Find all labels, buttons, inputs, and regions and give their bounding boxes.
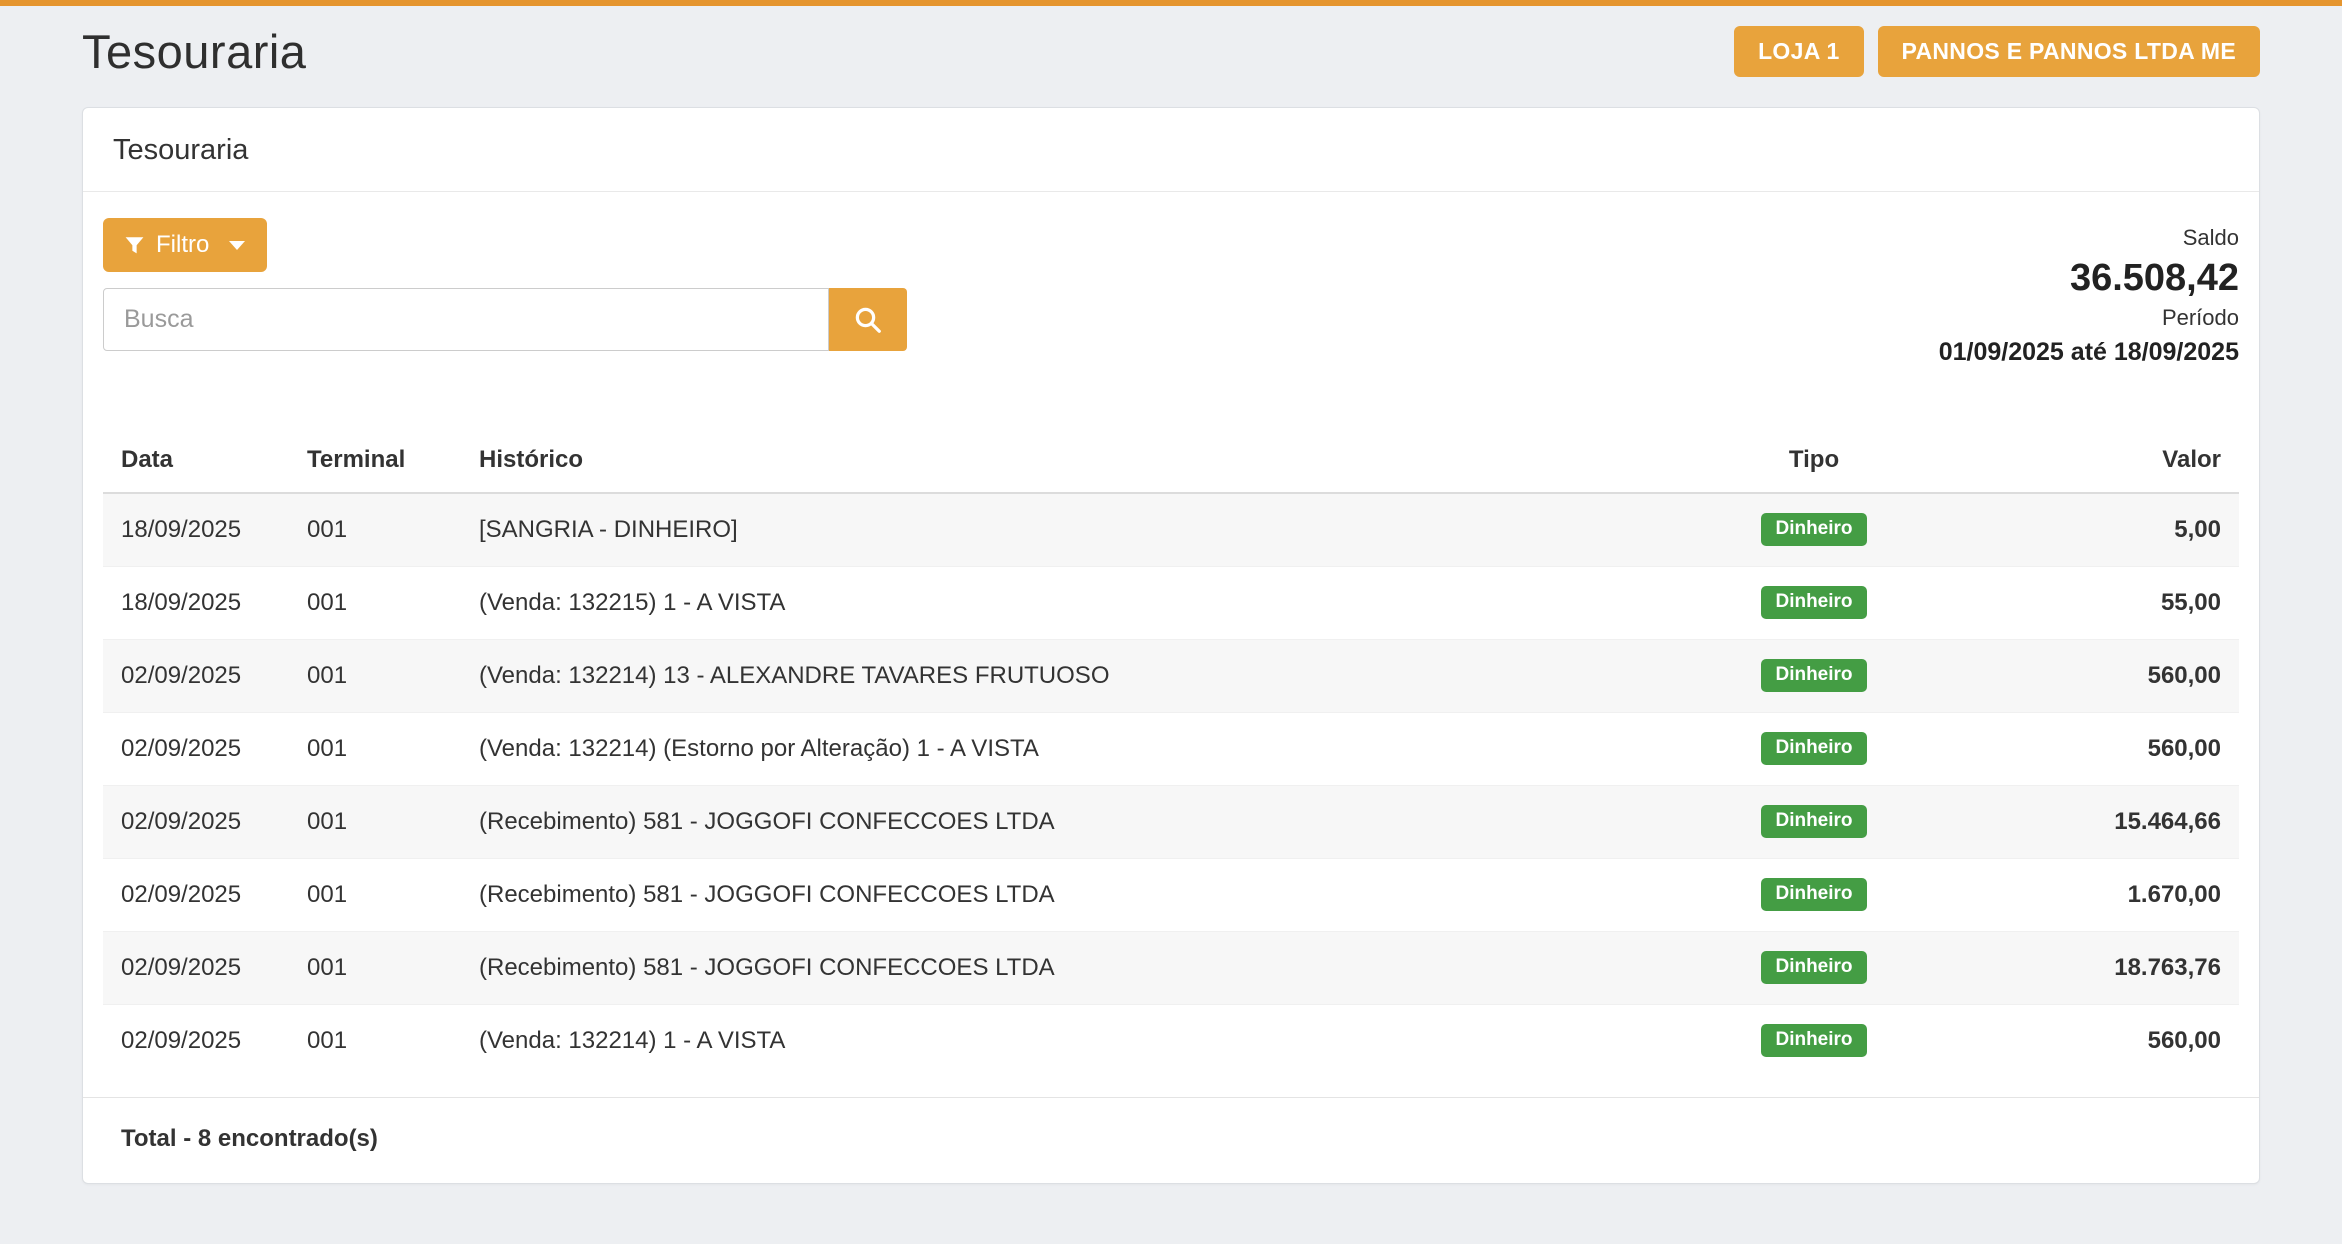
cell-historico: (Venda: 132215) 1 - A VISTA — [461, 566, 1699, 639]
filter-button-label: Filtro — [156, 231, 209, 259]
table-row[interactable]: 02/09/2025 001 (Recebimento) 581 - JOGGO… — [103, 785, 2239, 858]
cell-valor: 18.763,76 — [1929, 931, 2239, 1004]
header-historico: Histórico — [461, 432, 1699, 493]
filter-icon — [125, 236, 144, 255]
cell-valor: 560,00 — [1929, 1004, 2239, 1077]
cell-data: 02/09/2025 — [103, 1004, 289, 1077]
filter-controls: Filtro — [103, 218, 907, 351]
transactions-table: Data Terminal Histórico Tipo Valor 18/09… — [103, 432, 2239, 1077]
header-valor: Valor — [1929, 432, 2239, 493]
periodo-label: Período — [1939, 302, 2239, 334]
summary-panel: Saldo 36.508,42 Período 01/09/2025 até 1… — [1939, 218, 2239, 370]
cell-tipo: Dinheiro — [1699, 858, 1929, 931]
saldo-label: Saldo — [1939, 222, 2239, 254]
cell-valor: 560,00 — [1929, 639, 2239, 712]
cell-historico: (Recebimento) 581 - JOGGOFI CONFECCOES L… — [461, 858, 1699, 931]
cell-terminal: 001 — [289, 931, 461, 1004]
cell-historico: [SANGRIA - DINHEIRO] — [461, 493, 1699, 566]
cell-historico: (Recebimento) 581 - JOGGOFI CONFECCOES L… — [461, 931, 1699, 1004]
periodo-value: 01/09/2025 até 18/09/2025 — [1939, 334, 2239, 370]
cell-terminal: 001 — [289, 566, 461, 639]
cell-terminal: 001 — [289, 712, 461, 785]
tipo-badge: Dinheiro — [1761, 513, 1866, 546]
store-button[interactable]: LOJA 1 — [1734, 26, 1863, 77]
saldo-value: 36.508,42 — [1939, 254, 2239, 302]
table-row[interactable]: 02/09/2025 001 (Venda: 132214) 13 - ALEX… — [103, 639, 2239, 712]
cell-data: 02/09/2025 — [103, 785, 289, 858]
table-row[interactable]: 02/09/2025 001 (Venda: 132214) (Estorno … — [103, 712, 2239, 785]
card-title: Tesouraria — [83, 108, 2259, 192]
header-terminal: Terminal — [289, 432, 461, 493]
search-icon — [853, 305, 883, 335]
cell-tipo: Dinheiro — [1699, 785, 1929, 858]
cell-data: 18/09/2025 — [103, 493, 289, 566]
cell-tipo: Dinheiro — [1699, 931, 1929, 1004]
page: Tesouraria LOJA 1 PANNOS E PANNOS LTDA M… — [0, 6, 2342, 1184]
chevron-down-icon — [229, 241, 245, 250]
cell-tipo: Dinheiro — [1699, 1004, 1929, 1077]
search-button[interactable] — [829, 288, 907, 351]
filter-button[interactable]: Filtro — [103, 218, 267, 272]
cell-terminal: 001 — [289, 639, 461, 712]
page-title: Tesouraria — [82, 24, 306, 79]
cell-valor: 55,00 — [1929, 566, 2239, 639]
tipo-badge: Dinheiro — [1761, 586, 1866, 619]
table-body: 18/09/2025 001 [SANGRIA - DINHEIRO] Dinh… — [103, 493, 2239, 1077]
cell-data: 02/09/2025 — [103, 858, 289, 931]
cell-data: 18/09/2025 — [103, 566, 289, 639]
cell-data: 02/09/2025 — [103, 712, 289, 785]
cell-terminal: 001 — [289, 493, 461, 566]
cell-terminal: 001 — [289, 858, 461, 931]
table-row[interactable]: 02/09/2025 001 (Recebimento) 581 - JOGGO… — [103, 931, 2239, 1004]
tesouraria-card: Tesouraria Filtro — [82, 107, 2260, 1184]
cell-data: 02/09/2025 — [103, 931, 289, 1004]
page-header: Tesouraria LOJA 1 PANNOS E PANNOS LTDA M… — [82, 6, 2260, 79]
header-buttons: LOJA 1 PANNOS E PANNOS LTDA ME — [1734, 26, 2260, 77]
cell-valor: 1.670,00 — [1929, 858, 2239, 931]
cell-historico: (Venda: 132214) 1 - A VISTA — [461, 1004, 1699, 1077]
cell-terminal: 001 — [289, 1004, 461, 1077]
filter-row: Filtro — [103, 218, 2239, 370]
search-input[interactable] — [103, 288, 829, 351]
table-row[interactable]: 02/09/2025 001 (Recebimento) 581 - JOGGO… — [103, 858, 2239, 931]
tipo-badge: Dinheiro — [1761, 659, 1866, 692]
cell-valor: 560,00 — [1929, 712, 2239, 785]
search-group — [103, 288, 907, 351]
cell-valor: 5,00 — [1929, 493, 2239, 566]
table-header: Data Terminal Histórico Tipo Valor — [103, 432, 2239, 493]
cell-historico: (Venda: 132214) 13 - ALEXANDRE TAVARES F… — [461, 639, 1699, 712]
header-data: Data — [103, 432, 289, 493]
cell-tipo: Dinheiro — [1699, 712, 1929, 785]
tipo-badge: Dinheiro — [1761, 878, 1866, 911]
table-row[interactable]: 02/09/2025 001 (Venda: 132214) 1 - A VIS… — [103, 1004, 2239, 1077]
cell-historico: (Venda: 132214) (Estorno por Alteração) … — [461, 712, 1699, 785]
tipo-badge: Dinheiro — [1761, 805, 1866, 838]
card-body: Filtro — [83, 192, 2259, 1183]
total-count: Total - 8 encontrado(s) — [83, 1097, 2259, 1183]
table-row[interactable]: 18/09/2025 001 [SANGRIA - DINHEIRO] Dinh… — [103, 493, 2239, 566]
cell-terminal: 001 — [289, 785, 461, 858]
cell-historico: (Recebimento) 581 - JOGGOFI CONFECCOES L… — [461, 785, 1699, 858]
cell-tipo: Dinheiro — [1699, 566, 1929, 639]
tipo-badge: Dinheiro — [1761, 951, 1866, 984]
cell-data: 02/09/2025 — [103, 639, 289, 712]
company-button[interactable]: PANNOS E PANNOS LTDA ME — [1878, 26, 2260, 77]
tipo-badge: Dinheiro — [1761, 732, 1866, 765]
cell-tipo: Dinheiro — [1699, 493, 1929, 566]
cell-tipo: Dinheiro — [1699, 639, 1929, 712]
tipo-badge: Dinheiro — [1761, 1024, 1866, 1057]
cell-valor: 15.464,66 — [1929, 785, 2239, 858]
table-row[interactable]: 18/09/2025 001 (Venda: 132215) 1 - A VIS… — [103, 566, 2239, 639]
header-tipo: Tipo — [1699, 432, 1929, 493]
